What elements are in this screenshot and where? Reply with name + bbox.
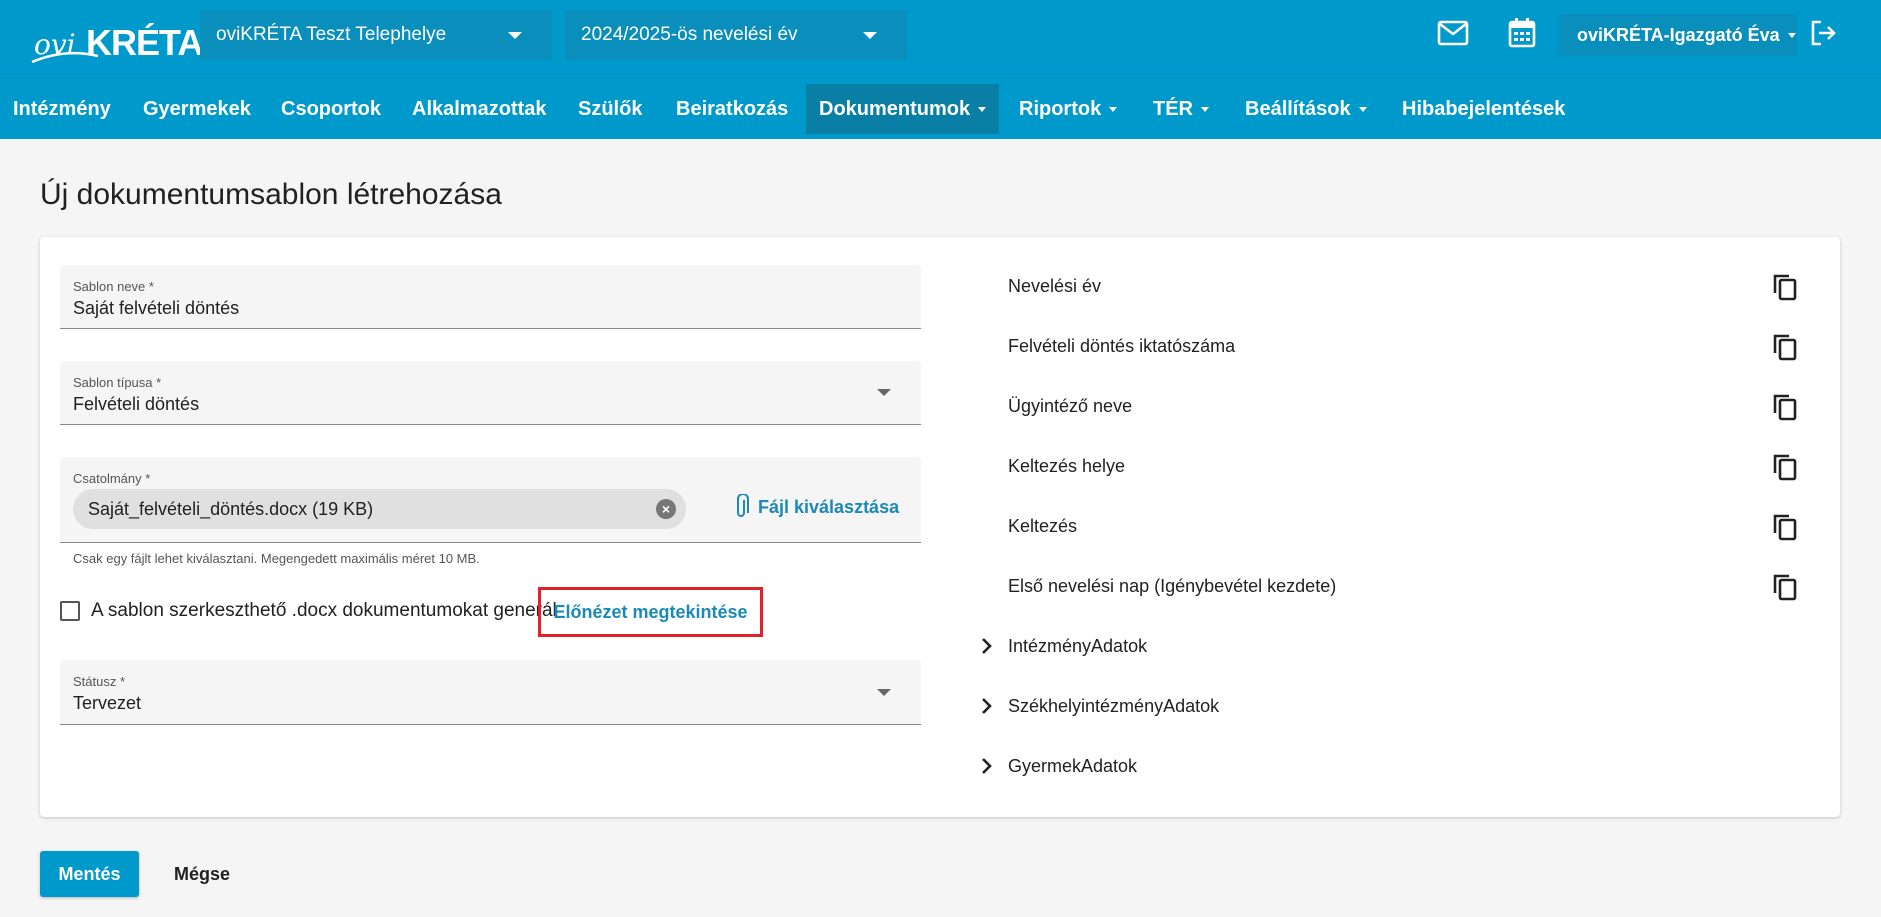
copy-icon[interactable] [1770,451,1800,481]
variable-item: Nevelési év [1008,275,1102,296]
choose-file-button[interactable]: Fájl kiválasztása [732,487,899,527]
nav-label: Hibabejelentések [1402,97,1566,120]
main-nav: Intézmény Gyermekek Csoportok Alkalmazot… [0,77,1881,139]
group-item-szekhelyintezmeny-adatok[interactable]: SzékhelyintézményAdatok [976,691,1219,721]
copy-icon[interactable] [1770,331,1800,361]
editable-docx-checkbox[interactable] [60,601,80,621]
chevron-right-icon [982,638,992,654]
nav-item-riportok[interactable]: Riportok [1006,78,1130,140]
template-type-select[interactable]: Sablon típusa * Felvételi döntés [60,361,921,425]
user-menu[interactable]: oviKRÉTA-Igazgató Éva [1559,14,1797,56]
nav-label: Beállítások [1245,97,1351,120]
copy-icon[interactable] [1770,571,1800,601]
caret-down-icon [1201,106,1209,112]
nav-label: Alkalmazottak [412,97,547,120]
nav-item-gyermekek[interactable]: Gyermekek [130,78,264,140]
attachment-chip[interactable]: Saját_felvételi_döntés.docx (19 KB) × [73,489,686,529]
user-name: oviKRÉTA-Igazgató Éva [1577,24,1780,45]
copy-icon[interactable] [1770,511,1800,541]
nav-item-beallitasok[interactable]: Beállítások [1232,78,1380,140]
logo-swoosh-icon [31,51,99,64]
variable-item: Ügyintéző neve [1008,395,1133,416]
nav-label: Szülők [578,97,643,120]
attachment-field: Csatolmány * Saját_felvételi_döntés.docx… [60,457,921,543]
nav-item-alkalmazottak[interactable]: Alkalmazottak [399,78,560,140]
copy-icon[interactable] [1770,391,1800,421]
caret-down-icon [978,106,987,112]
app-logo[interactable]: ovi KRÉTA [30,10,203,64]
group-label: SzékhelyintézményAdatok [1008,695,1220,716]
attachment-label: Csatolmány * [73,471,151,486]
variable-item: Felvételi döntés iktatószáma [1008,335,1236,356]
top-bar: ovi KRÉTA oviKRÉTA Teszt Telephelye 2024… [0,0,1881,77]
variable-item: Keltezés helye [1008,455,1126,476]
chevron-down-icon [877,689,891,696]
nav-item-ter[interactable]: TÉR [1140,78,1222,140]
group-item-intezmeny-adatok[interactable]: IntézményAdatok [976,631,1147,661]
template-name-label: Sablon neve * [73,279,154,294]
caret-down-icon [1358,106,1367,112]
year-select-value: 2024/2025-ös nevelési év [581,24,798,45]
nav-item-intezmeny[interactable]: Intézmény [0,78,124,140]
chevron-right-icon [982,758,992,774]
year-select[interactable]: 2024/2025-ös nevelési év [565,10,907,60]
template-name-field[interactable]: Sablon neve * Saját felvételi döntés [60,265,921,329]
attachment-hint: Csak egy fájlt lehet kiválasztani. Megen… [73,551,480,566]
page-title: Új dokumentumsablon létrehozása [40,178,502,211]
group-label: IntézményAdatok [1008,635,1148,656]
cancel-button[interactable]: Mégse [160,851,244,897]
nav-item-beiratkozas[interactable]: Beiratkozás [663,78,801,140]
caret-down-icon [1787,32,1796,38]
remove-file-icon[interactable]: × [656,499,676,519]
copy-icon[interactable] [1770,271,1800,301]
chevron-down-icon [863,32,877,39]
editable-docx-label: A sablon szerkeszthető .docx dokumentumo… [91,600,557,621]
nav-label: Csoportok [281,97,381,120]
site-select[interactable]: oviKRÉTA Teszt Telephelye [200,10,552,60]
attachment-file-name: Saját_felvételi_döntés.docx (19 KB) [88,498,374,519]
chevron-right-icon [982,698,992,714]
logo-kreta-text: KRÉTA [86,22,203,63]
variable-item: Keltezés [1008,515,1078,536]
group-item-gyermek-adatok[interactable]: GyermekAdatok [976,751,1137,781]
group-label: GyermekAdatok [1008,755,1138,776]
template-name-value: Saját felvételi döntés [73,298,240,318]
nav-label: Intézmény [13,97,111,120]
caret-down-icon [1109,106,1118,112]
nav-label: TÉR [1153,97,1193,120]
variable-item: Első nevelési nap (Igénybevétel kezdete) [1008,575,1337,596]
preview-button[interactable]: Előnézet megtekintése [538,587,763,637]
template-type-label: Sablon típusa * [73,375,162,390]
nav-item-hibabejelentesek[interactable]: Hibabejelentések [1389,78,1578,140]
nav-label: Riportok [1019,97,1102,120]
chevron-down-icon [877,389,891,396]
editable-docx-checkbox-row[interactable]: A sablon szerkeszthető .docx dokumentumo… [60,598,557,624]
nav-label: Dokumentumok [819,97,971,120]
nav-item-csoportok[interactable]: Csoportok [268,78,394,140]
nav-label: Beiratkozás [676,97,789,120]
status-select[interactable]: Státusz * Tervezet [60,660,921,725]
logout-icon[interactable] [1806,16,1840,50]
nav-item-szulok[interactable]: Szülők [565,78,655,140]
mail-icon[interactable] [1436,16,1470,50]
site-select-value: oviKRÉTA Teszt Telephelye [216,24,447,45]
calendar-icon[interactable] [1505,16,1539,50]
paperclip-icon [737,494,749,517]
nav-item-dokumentumok[interactable]: Dokumentumok [806,84,999,134]
status-value: Tervezet [73,693,142,713]
template-type-value: Felvételi döntés [73,394,200,414]
chevron-down-icon [508,32,522,39]
nav-label: Gyermekek [143,97,251,120]
save-button[interactable]: Mentés [40,851,139,897]
choose-file-label: Fájl kiválasztása [758,496,900,517]
status-label: Státusz * [73,674,126,689]
